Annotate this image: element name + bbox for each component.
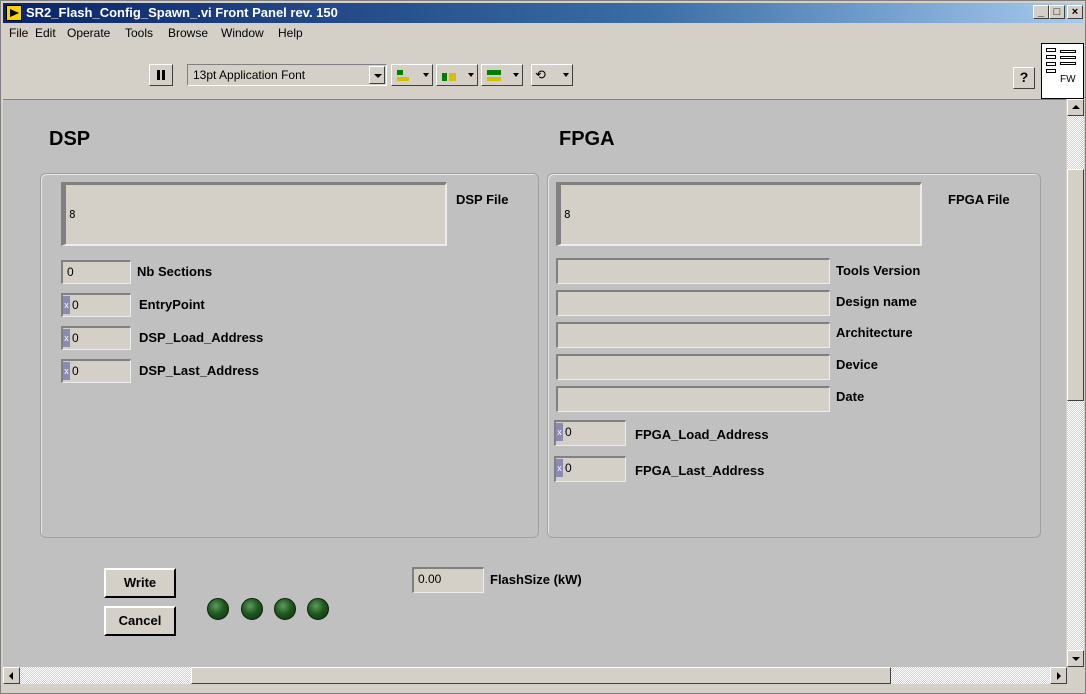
- device-field[interactable]: [556, 354, 830, 380]
- font-select[interactable]: 13pt Application Font: [187, 64, 387, 86]
- fpga-last-address-label: FPGA_Last_Address: [635, 463, 765, 478]
- menu-window[interactable]: Window: [221, 26, 264, 40]
- fpga-last-address-field[interactable]: x 0: [554, 456, 626, 482]
- pause-button[interactable]: [149, 64, 173, 86]
- fpga-file-label: FPGA File: [948, 192, 1010, 207]
- title-bar[interactable]: SR2_Flash_Config_Spawn_.vi Front Panel r…: [3, 3, 1083, 23]
- maximize-button[interactable]: □: [1049, 5, 1065, 19]
- path-browse-icon[interactable]: 8: [564, 208, 571, 221]
- path-browse-icon[interactable]: 8: [69, 208, 76, 221]
- status-led-4[interactable]: [307, 598, 329, 620]
- reorder-button[interactable]: ⟲: [531, 64, 573, 86]
- resize-objects-button[interactable]: [481, 64, 523, 86]
- architecture-field[interactable]: [556, 322, 830, 348]
- dsp-group: 8 DSP File 0 Nb Sections x 0 EntryPoint …: [40, 173, 539, 538]
- toolbar: 13pt Application Font ⟲ ?: [3, 43, 1039, 98]
- write-button[interactable]: Write: [104, 568, 176, 598]
- fpga-last-address-value: 0: [565, 461, 572, 475]
- dsp-last-address-label: DSP_Last_Address: [139, 363, 259, 378]
- menu-operate[interactable]: Operate: [67, 26, 110, 40]
- horizontal-scrollbar[interactable]: [3, 667, 1067, 684]
- menu-help[interactable]: Help: [278, 26, 303, 40]
- pause-icon: [157, 70, 160, 80]
- fpga-group: 8 FPGA File Tools Version Design name Ar…: [547, 173, 1041, 538]
- vertical-scrollbar[interactable]: [1067, 99, 1084, 667]
- status-led-2[interactable]: [241, 598, 263, 620]
- radix-indicator[interactable]: x: [556, 423, 563, 441]
- nb-sections-field[interactable]: 0: [61, 260, 131, 284]
- chevron-down-icon[interactable]: [369, 66, 385, 84]
- front-panel: DSP 8 DSP File 0 Nb Sections x 0 EntryPo…: [3, 99, 1066, 667]
- font-select-value: 13pt Application Font: [193, 68, 306, 82]
- entry-point-value: 0: [72, 298, 79, 312]
- minimize-button[interactable]: _: [1033, 5, 1049, 19]
- tools-version-label: Tools Version: [836, 263, 921, 278]
- window-title: SR2_Flash_Config_Spawn_.vi Front Panel r…: [26, 5, 338, 20]
- status-led-1[interactable]: [207, 598, 229, 620]
- labview-app-icon[interactable]: [6, 5, 22, 21]
- menu-tools[interactable]: Tools: [125, 26, 153, 40]
- distribute-objects-icon: [440, 68, 458, 82]
- fpga-load-address-label: FPGA_Load_Address: [635, 427, 769, 442]
- design-name-field[interactable]: [556, 290, 830, 316]
- scroll-down-button[interactable]: [1067, 650, 1084, 667]
- cancel-button[interactable]: Cancel: [104, 606, 176, 636]
- dsp-last-address-field[interactable]: x 0: [61, 359, 131, 383]
- fpga-title: FPGA: [559, 128, 615, 150]
- radix-indicator[interactable]: x: [63, 296, 70, 314]
- vertical-scroll-thumb[interactable]: [1067, 169, 1084, 401]
- fpga-load-address-field[interactable]: x 0: [554, 420, 626, 446]
- align-objects-icon: [395, 68, 413, 82]
- radix-indicator[interactable]: x: [63, 329, 70, 347]
- flash-size-field: 0.00: [412, 567, 484, 593]
- design-name-label: Design name: [836, 294, 917, 309]
- dsp-load-address-label: DSP_Load_Address: [139, 330, 264, 345]
- device-label: Device: [836, 357, 878, 372]
- horizontal-scroll-thumb[interactable]: [191, 667, 891, 684]
- date-label: Date: [836, 389, 865, 404]
- menu-bar: File Edit Operate Tools Browse Window He…: [3, 24, 1039, 42]
- scroll-left-button[interactable]: [3, 667, 20, 684]
- dsp-load-address-value: 0: [72, 331, 79, 345]
- dsp-load-address-field[interactable]: x 0: [61, 326, 131, 350]
- context-help-button[interactable]: ?: [1013, 67, 1035, 89]
- dsp-file-path[interactable]: 8: [61, 182, 447, 246]
- dsp-title: DSP: [49, 128, 91, 150]
- nb-sections-label: Nb Sections: [137, 264, 213, 279]
- scroll-right-button[interactable]: [1050, 667, 1067, 684]
- tools-version-field[interactable]: [556, 258, 830, 284]
- entry-point-field[interactable]: x 0: [61, 293, 131, 317]
- dsp-last-address-value: 0: [72, 364, 79, 378]
- nb-sections-value: 0: [67, 265, 74, 279]
- date-field[interactable]: [556, 386, 830, 412]
- fpga-file-path[interactable]: 8: [556, 182, 922, 246]
- distribute-objects-button[interactable]: [436, 64, 478, 86]
- flash-size-label: FlashSize (kW): [490, 572, 582, 587]
- architecture-label: Architecture: [836, 325, 913, 340]
- scroll-up-button[interactable]: [1067, 99, 1084, 116]
- resize-grip-icon[interactable]: [1067, 667, 1084, 684]
- menu-file[interactable]: File: [9, 26, 28, 40]
- menu-edit[interactable]: Edit: [35, 26, 56, 40]
- entry-point-label: EntryPoint: [139, 297, 205, 312]
- menu-browse[interactable]: Browse: [168, 26, 208, 40]
- close-button[interactable]: ×: [1067, 5, 1083, 19]
- status-led-3[interactable]: [274, 598, 296, 620]
- dsp-file-label: DSP File: [456, 192, 509, 207]
- flash-size-value: 0.00: [418, 572, 442, 586]
- connector-pane-icon[interactable]: FW: [1041, 43, 1084, 99]
- connector-pane-label: FW: [1060, 74, 1076, 85]
- reorder-icon: ⟲: [535, 67, 546, 82]
- fpga-load-address-value: 0: [565, 425, 572, 439]
- radix-indicator[interactable]: x: [556, 459, 563, 477]
- resize-objects-icon: [485, 68, 503, 82]
- radix-indicator[interactable]: x: [63, 362, 70, 380]
- front-panel-window: SR2_Flash_Config_Spawn_.vi Front Panel r…: [0, 0, 1086, 694]
- align-objects-button[interactable]: [391, 64, 433, 86]
